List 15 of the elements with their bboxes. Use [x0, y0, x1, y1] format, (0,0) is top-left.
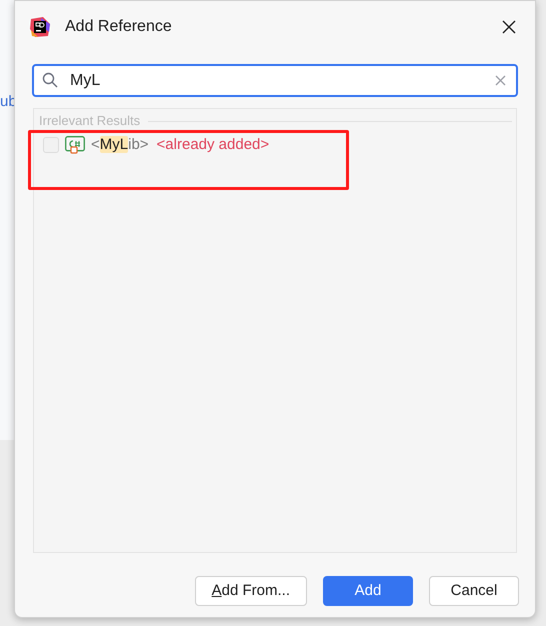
result-item[interactable]: <MyLib> <already added>: [38, 133, 512, 157]
app-logo-icon: [29, 16, 51, 38]
window-title: Add Reference: [65, 17, 172, 37]
primary-button[interactable]: Add: [323, 576, 413, 606]
close-icon: [502, 20, 516, 34]
checkbox[interactable]: [43, 137, 59, 153]
dialog-button[interactable]: Add From...: [194, 576, 307, 606]
clear-icon[interactable]: [495, 75, 506, 86]
search-field[interactable]: MyL: [32, 64, 518, 97]
dialog-button[interactable]: Cancel: [429, 576, 519, 606]
group-title: Irrelevant Results: [38, 114, 140, 128]
result-name: <MyLib>: [91, 134, 149, 155]
status-note: <already added>: [156, 134, 270, 155]
csharp-project-icon: [65, 136, 85, 154]
search-icon: [42, 72, 58, 88]
